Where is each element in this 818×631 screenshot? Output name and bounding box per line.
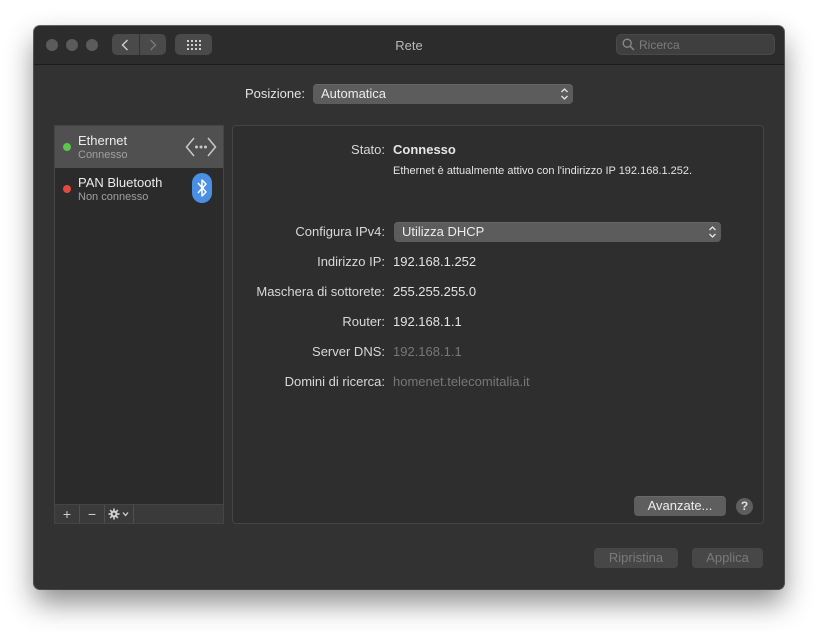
back-forward-control xyxy=(112,34,166,55)
service-name: PAN Bluetooth xyxy=(78,175,163,190)
service-status: Connesso xyxy=(78,149,128,161)
action-menu-button[interactable] xyxy=(105,505,134,523)
configure-ipv4-value: Utilizza DHCP xyxy=(402,224,485,239)
apply-button[interactable]: Applica xyxy=(692,548,763,568)
chevron-left-icon xyxy=(121,39,129,50)
revert-button[interactable]: Ripristina xyxy=(594,548,678,568)
search-domains-label: Domini di ricerca: xyxy=(284,374,385,389)
up-down-chevron-icon xyxy=(709,226,716,238)
service-item-pan-bluetooth[interactable]: PAN Bluetooth Non connesso xyxy=(55,168,223,210)
location-popup[interactable]: Automatica xyxy=(313,84,573,104)
status-description: Ethernet è attualmente attivo con l'indi… xyxy=(393,165,693,177)
bluetooth-icon xyxy=(192,173,212,203)
router-label: Router: xyxy=(342,314,385,329)
service-list-toolbar: + − xyxy=(54,504,224,524)
configure-ipv4-label: Configura IPv4: xyxy=(295,224,385,239)
ip-address-value: 192.168.1.252 xyxy=(393,254,477,269)
remove-service-button[interactable]: − xyxy=(80,505,105,523)
router-value: 192.168.1.1 xyxy=(393,314,462,329)
back-button[interactable] xyxy=(112,34,139,55)
help-button[interactable]: ? xyxy=(736,498,753,515)
title-bar: Rete xyxy=(34,26,784,65)
close-window-button[interactable] xyxy=(46,39,58,51)
search-input[interactable] xyxy=(639,36,769,53)
status-dot-green xyxy=(63,143,71,151)
chevron-right-icon xyxy=(149,39,157,50)
zoom-window-button[interactable] xyxy=(86,39,98,51)
network-preferences-window: Rete Posizione: Automatica Ethernet Conn… xyxy=(34,26,784,589)
gear-icon xyxy=(108,508,129,520)
forward-button[interactable] xyxy=(138,34,167,55)
subnet-mask-label: Maschera di sottorete: xyxy=(256,284,385,299)
advanced-button[interactable]: Avanzate... xyxy=(634,496,726,516)
search-domains-value: homenet.telecomitalia.it xyxy=(393,374,530,389)
dns-server-label: Server DNS: xyxy=(312,344,385,359)
status-label: Stato: xyxy=(351,142,385,157)
detail-panel: Stato: Connesso Ethernet è attualmente a… xyxy=(232,125,764,524)
configure-ipv4-popup[interactable]: Utilizza DHCP xyxy=(394,222,721,242)
location-label: Posizione: xyxy=(245,86,305,101)
ip-address-label: Indirizzo IP: xyxy=(317,254,385,269)
subnet-mask-value: 255.255.255.0 xyxy=(393,284,477,299)
ethernet-arrows-icon xyxy=(185,137,217,157)
show-all-button[interactable] xyxy=(175,34,212,55)
up-down-chevron-icon xyxy=(561,88,568,100)
service-status: Non connesso xyxy=(78,191,149,203)
dns-server-value: 192.168.1.1 xyxy=(393,344,462,359)
service-name: Ethernet xyxy=(78,133,128,148)
status-value: Connesso xyxy=(393,142,456,157)
location-value: Automatica xyxy=(321,86,387,101)
grid-icon xyxy=(186,39,201,50)
service-list: Ethernet Connesso PAN Bluetooth Non conn… xyxy=(54,125,224,524)
minimize-window-button[interactable] xyxy=(66,39,78,51)
service-item-ethernet[interactable]: Ethernet Connesso xyxy=(55,126,223,168)
search-icon xyxy=(622,38,635,51)
status-dot-red xyxy=(63,185,71,193)
search-field[interactable] xyxy=(616,34,775,55)
add-service-button[interactable]: + xyxy=(55,505,80,523)
